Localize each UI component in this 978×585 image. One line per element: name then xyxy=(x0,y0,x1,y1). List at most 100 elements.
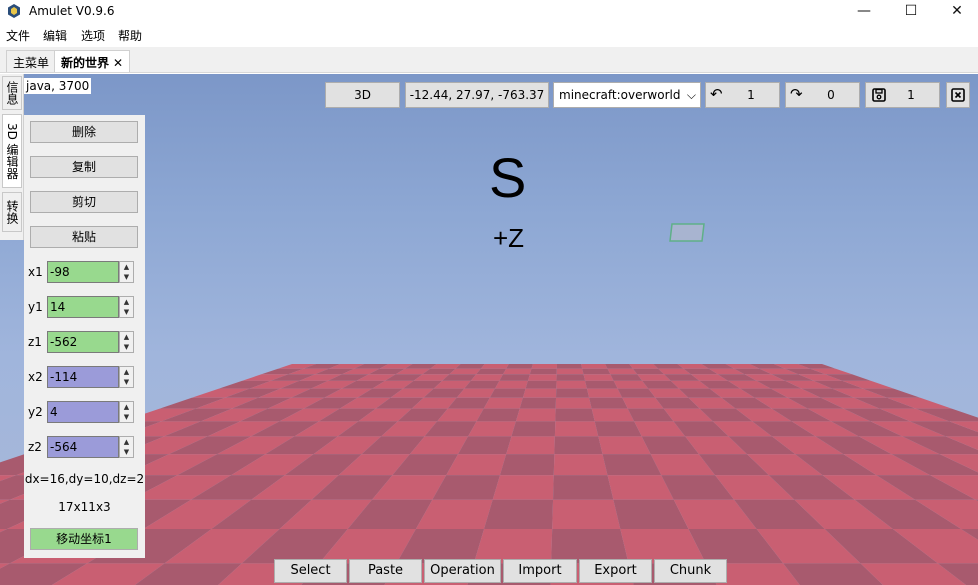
x2-input[interactable]: -114 xyxy=(47,366,119,388)
floor-tile xyxy=(553,454,608,476)
y2-label: y2 xyxy=(28,405,43,419)
spin-down-icon[interactable]: ▼ xyxy=(120,342,133,352)
undo-button[interactable]: ↶ 1 xyxy=(705,82,780,108)
redo-count: 0 xyxy=(827,88,835,102)
tab-new-world[interactable]: 新的世界 ✕ xyxy=(54,50,131,72)
floor-tile xyxy=(589,397,628,409)
close-world-button[interactable] xyxy=(946,82,970,108)
menu-options[interactable]: 选项 xyxy=(81,27,105,44)
menu-help[interactable]: 帮助 xyxy=(118,27,142,44)
paste-button[interactable]: 粘贴 xyxy=(30,226,138,248)
side-tab-info[interactable]: 信息 xyxy=(2,76,22,110)
side-tab-convert[interactable]: 转换 xyxy=(2,192,22,232)
tab-main-menu[interactable]: 主菜单 xyxy=(6,50,57,72)
menu-edit[interactable]: 编辑 xyxy=(43,27,67,44)
export-tool-button[interactable]: Export xyxy=(579,559,652,583)
y1-label: y1 xyxy=(28,300,43,314)
x2-label: x2 xyxy=(28,370,43,384)
close-window-button[interactable]: ✕ xyxy=(934,0,978,22)
spin-up-icon[interactable]: ▲ xyxy=(120,402,133,412)
title-bar: Amulet V0.9.6 — ☐ ✕ xyxy=(0,0,978,24)
import-tool-button[interactable]: Import xyxy=(503,559,577,583)
x1-input[interactable]: -98 xyxy=(47,261,119,283)
floor-tile xyxy=(553,475,614,500)
z1-spinner[interactable]: ▲ ▼ xyxy=(119,331,134,353)
chunk-tool-button[interactable]: Chunk xyxy=(654,559,727,583)
paste-tool-button[interactable]: Paste xyxy=(349,559,422,583)
spin-down-icon[interactable]: ▼ xyxy=(120,412,133,422)
select-tool-button[interactable]: Select xyxy=(274,559,347,583)
cut-button[interactable]: 剪切 xyxy=(30,191,138,213)
floor-tile xyxy=(519,397,557,409)
minimize-button[interactable]: — xyxy=(841,0,887,22)
y2-input[interactable]: 4 xyxy=(47,401,119,423)
floor-tile xyxy=(556,388,590,398)
y2-spinner[interactable]: ▲ ▼ xyxy=(119,401,134,423)
floor-tile xyxy=(527,374,557,381)
floor-tile xyxy=(556,364,583,369)
tab-close-icon[interactable]: ✕ xyxy=(113,56,123,70)
floor-tile xyxy=(555,397,592,409)
x1-spinner[interactable]: ▲ ▼ xyxy=(119,261,134,283)
compass-axis: +Z xyxy=(493,223,525,253)
spin-up-icon[interactable]: ▲ xyxy=(120,262,133,272)
y1-spinner[interactable]: ▲ ▼ xyxy=(119,296,134,318)
floor-tile xyxy=(492,475,554,500)
view-mode-button[interactable]: 3D xyxy=(325,82,400,108)
floor-tile xyxy=(581,364,608,369)
menu-file[interactable]: 文件 xyxy=(6,27,30,44)
z1-input[interactable]: -562 xyxy=(47,331,119,353)
spin-up-icon[interactable]: ▲ xyxy=(120,367,133,377)
tab-strip: 主菜单 新的世界 ✕ xyxy=(0,47,978,73)
floor-tile xyxy=(522,388,557,398)
floor-tile xyxy=(476,408,520,422)
floor-tile xyxy=(556,374,586,381)
world-info: java, 3700 xyxy=(24,78,92,94)
redo-button[interactable]: ↷ 0 xyxy=(785,82,860,108)
floor-tile xyxy=(605,364,633,369)
operation-tool-button[interactable]: Operation xyxy=(424,559,501,583)
floor-tile xyxy=(506,364,533,369)
undo-count: 1 xyxy=(747,88,755,102)
side-tab-3d-editor[interactable]: 3D 编辑器 xyxy=(2,114,22,188)
maximize-button[interactable]: ☐ xyxy=(888,0,934,22)
floor-tile xyxy=(529,368,557,375)
spin-down-icon[interactable]: ▼ xyxy=(120,307,133,317)
move-point1-button[interactable]: 移动坐标1 xyxy=(30,528,138,550)
floor-tile xyxy=(556,380,587,389)
spin-down-icon[interactable]: ▼ xyxy=(120,377,133,387)
redo-icon: ↷ xyxy=(790,85,803,103)
copy-button[interactable]: 复制 xyxy=(30,156,138,178)
spin-up-icon[interactable]: ▲ xyxy=(120,297,133,307)
floor-tile xyxy=(594,421,642,437)
x2-spinner[interactable]: ▲ ▼ xyxy=(119,366,134,388)
delete-button[interactable]: 删除 xyxy=(30,121,138,143)
spin-up-icon[interactable]: ▲ xyxy=(120,332,133,342)
dimension-select[interactable]: minecraft:overworld ⌵ xyxy=(553,82,701,108)
floor-tile xyxy=(586,388,623,398)
floor-tile xyxy=(598,436,651,455)
menu-bar: 文件 编辑 选项 帮助 xyxy=(0,25,978,45)
z2-label: z2 xyxy=(28,440,42,454)
spin-down-icon[interactable]: ▼ xyxy=(120,272,133,282)
floor-tile xyxy=(554,421,599,437)
y1-input[interactable]: 14 xyxy=(47,296,119,318)
spin-up-icon[interactable]: ▲ xyxy=(120,437,133,447)
selection-size: 17x11x3 xyxy=(58,500,111,514)
z2-spinner[interactable]: ▲ ▼ xyxy=(119,436,134,458)
tab-label: 新的世界 xyxy=(61,56,110,70)
floor-tile xyxy=(511,421,556,437)
spin-down-icon[interactable]: ▼ xyxy=(120,447,133,457)
floor-tile xyxy=(583,374,614,381)
floor-tile xyxy=(503,368,532,375)
save-count: 1 xyxy=(907,88,915,102)
camera-coordinates[interactable]: -12.44, 27.97, -763.37 xyxy=(405,82,549,108)
floor-tile xyxy=(515,408,556,422)
z2-input[interactable]: -564 xyxy=(47,436,119,458)
floor-tile xyxy=(531,364,557,369)
floor-tile xyxy=(506,436,555,455)
save-button[interactable]: 1 xyxy=(865,82,940,108)
floor-tile xyxy=(629,364,659,369)
floor-tile xyxy=(582,368,611,375)
x1-label: x1 xyxy=(28,265,43,279)
